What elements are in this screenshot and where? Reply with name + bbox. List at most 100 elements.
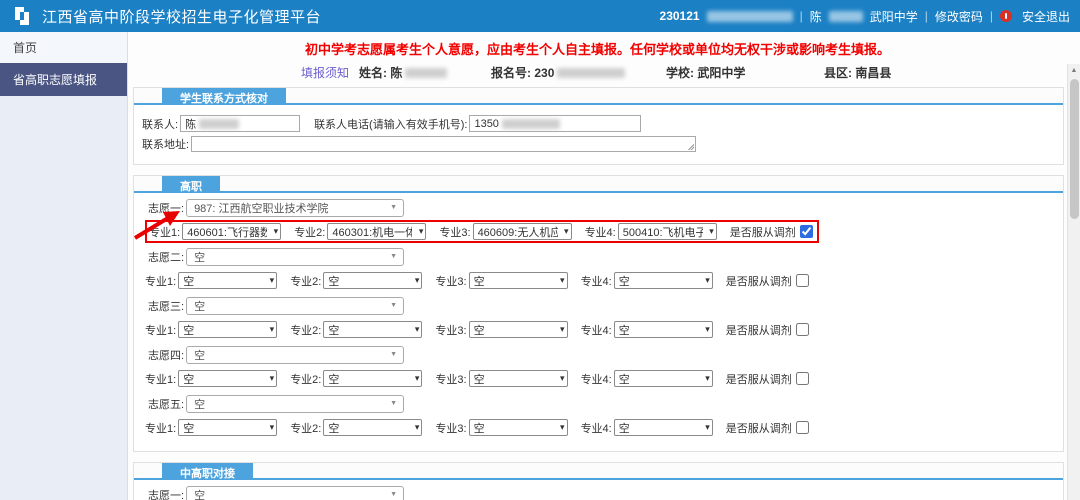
- scrollbar-thumb[interactable]: [1070, 79, 1079, 219]
- chevron-down-icon: ▼: [390, 302, 397, 309]
- major-select[interactable]: 空▾: [469, 419, 568, 436]
- major-select-value: 空: [328, 371, 339, 387]
- major-label: 专业1:: [145, 273, 176, 289]
- student-name: 姓名: 陈: [359, 64, 491, 81]
- major-select-value: 空: [183, 322, 194, 338]
- major-select[interactable]: 空▾: [178, 370, 277, 387]
- major-select[interactable]: 460609:无人机应用技术▾: [473, 223, 572, 240]
- chevron-down-icon: ▾: [270, 373, 275, 384]
- major-group: 专业4: 500410:飞机电子设备维修 ▾: [585, 223, 717, 240]
- major-select[interactable]: 空▾: [469, 321, 568, 338]
- contact-address-label: 联系地址:: [142, 136, 189, 152]
- volunteer-select[interactable]: 空▼: [186, 297, 404, 315]
- major-select[interactable]: 空▾: [614, 419, 713, 436]
- major-group: 专业1:空▾: [145, 370, 277, 387]
- major-group: 专业2:空▾: [290, 419, 422, 436]
- contact-person-input[interactable]: 陈: [180, 115, 300, 132]
- major-select[interactable]: 空▾: [178, 419, 277, 436]
- major-group: 专业2:空▾: [290, 370, 422, 387]
- volunteer-select-value: 空: [194, 347, 205, 363]
- platform-logo-icon: [10, 4, 34, 28]
- chevron-down-icon: ▾: [415, 422, 420, 433]
- adjust-checkbox[interactable]: [796, 274, 809, 287]
- volunteer-label: 志愿五:: [148, 396, 184, 412]
- major-group: 专业2:空▾: [290, 321, 422, 338]
- adjust-label: 是否服从调剂: [726, 322, 792, 338]
- chevron-down-icon: ▾: [419, 226, 424, 237]
- major-select[interactable]: 460301:机电一体化技术▾: [327, 223, 426, 240]
- adjust-label: 是否服从调剂: [726, 273, 792, 289]
- major-select-value: 460609:无人机应用技术: [478, 224, 558, 240]
- adjust-checkbox[interactable]: [796, 372, 809, 385]
- volunteer-select-value: 空: [194, 298, 205, 314]
- major-select[interactable]: 空▾: [614, 321, 713, 338]
- resize-grip-icon[interactable]: [687, 143, 694, 150]
- major-row: 专业1:空▾专业2:空▾专业3:空▾专业4:空▾是否服从调剂: [145, 416, 1055, 439]
- chevron-down-icon: ▼: [390, 400, 397, 407]
- chevron-down-icon: ▼: [390, 491, 397, 498]
- major-row: 专业1:空▾专业2:空▾专业3:空▾专业4:空▾是否服从调剂: [145, 318, 1055, 341]
- major-group: 专业1:空▾: [145, 272, 277, 289]
- user-name: 陈: [810, 8, 822, 25]
- major-select-value: 空: [619, 322, 630, 338]
- major-label: 专业2:: [290, 371, 321, 387]
- major-select[interactable]: 460601:飞行器数字化制造▾: [182, 223, 281, 240]
- chevron-down-icon: ▾: [705, 275, 710, 286]
- major-row-inner: 专业1:空▾专业2:空▾专业3:空▾专业4:空▾是否服从调剂: [145, 321, 809, 338]
- major-select[interactable]: 空▾: [178, 321, 277, 338]
- major-select[interactable]: 空▾: [323, 419, 422, 436]
- adjust-label: 是否服从调剂: [726, 420, 792, 436]
- zhonggaozhi-panel: 中高职对接 志愿一:空▼专业1:空▾专业2:空▾专业3:空▾专业4:空▾是否服从…: [133, 462, 1064, 500]
- volunteer-select[interactable]: 空▼: [186, 486, 404, 500]
- volunteer-select[interactable]: 空▼: [186, 395, 404, 413]
- major-select[interactable]: 空▾: [614, 370, 713, 387]
- major-select-value: 空: [183, 273, 194, 289]
- major-select[interactable]: 500410:飞机电子设备维修 ▾: [618, 223, 717, 240]
- chevron-down-icon: ▾: [270, 422, 275, 433]
- major-group: 专业2:460301:机电一体化技术▾: [294, 223, 426, 240]
- adjust-checkbox[interactable]: [800, 225, 813, 238]
- major-row: 专业1:460601:飞行器数字化制造▾专业2:460301:机电一体化技术▾专…: [145, 220, 1055, 243]
- major-select[interactable]: 空▾: [469, 370, 568, 387]
- guide-link[interactable]: 填报须知: [301, 64, 349, 81]
- sidebar-item-1[interactable]: 省高职志愿填报: [0, 63, 127, 96]
- major-row-inner: 专业1:空▾专业2:空▾专业3:空▾专业4:空▾是否服从调剂: [145, 419, 809, 436]
- zhonggaozhi-tabbar: 中高职对接: [134, 463, 1063, 480]
- volunteer-select[interactable]: 空▼: [186, 346, 404, 364]
- vertical-scrollbar[interactable]: ▲: [1067, 64, 1080, 500]
- volunteer-label: 志愿二:: [148, 249, 184, 265]
- separator: |: [800, 9, 803, 23]
- major-select[interactable]: 空▾: [323, 370, 422, 387]
- major-select-value: 500410:飞机电子设备维修: [623, 224, 703, 240]
- major-select[interactable]: 空▾: [614, 272, 713, 289]
- chevron-down-icon: ▾: [705, 422, 710, 433]
- major-group: 专业3:空▾: [435, 370, 567, 387]
- major-select[interactable]: 空▾: [323, 272, 422, 289]
- chevron-down-icon: ▼: [390, 253, 397, 260]
- major-select[interactable]: 空▾: [178, 272, 277, 289]
- chevron-down-icon: ▾: [709, 226, 714, 237]
- chevron-down-icon: ▾: [560, 373, 565, 384]
- volunteer-select[interactable]: 空▼: [186, 248, 404, 266]
- tab-contact-check[interactable]: 学生联系方式核对: [162, 88, 286, 105]
- tab-zhonggaozhi[interactable]: 中高职对接: [162, 463, 253, 480]
- volunteer-select[interactable]: 987: 江西航空职业技术学院▼: [186, 199, 404, 217]
- scroll-up-arrow-icon[interactable]: ▲: [1068, 64, 1080, 77]
- contact-phone-input[interactable]: 1350: [469, 115, 641, 132]
- tab-gaozhi[interactable]: 高职: [162, 176, 220, 193]
- major-select[interactable]: 空▾: [469, 272, 568, 289]
- major-label: 专业4:: [585, 224, 616, 240]
- major-select-value: 空: [474, 371, 485, 387]
- major-select[interactable]: 空▾: [323, 321, 422, 338]
- student-info-row: 填报须知 姓名: 陈 报名号: 230 学校: 武阳中学 县区: 南昌县: [131, 61, 1064, 83]
- chevron-down-icon: ▼: [390, 351, 397, 358]
- major-group: 专业2:空▾: [290, 272, 422, 289]
- sidebar-item-0[interactable]: 首页: [0, 32, 127, 63]
- adjust-checkbox[interactable]: [796, 323, 809, 336]
- contact-address-textarea[interactable]: [191, 136, 696, 152]
- logout-link[interactable]: 安全退出: [1022, 8, 1070, 25]
- change-password-link[interactable]: 修改密码: [935, 8, 983, 25]
- major-group: 专业1:空▾: [145, 419, 277, 436]
- adjust-checkbox[interactable]: [796, 421, 809, 434]
- contact-phone-label: 联系人电话(请输入有效手机号):: [314, 116, 467, 132]
